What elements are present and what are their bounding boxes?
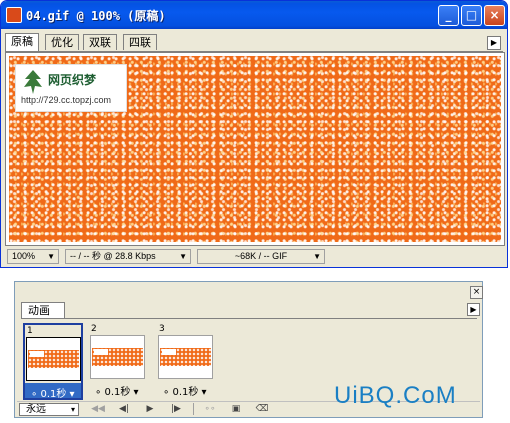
panel-menu-icon[interactable]: ▶ [467, 303, 480, 316]
tab-scroll-arrow-icon[interactable]: ▶ [487, 36, 501, 50]
tab-4-up[interactable]: 四联 [123, 34, 157, 50]
chevron-down-icon: ▼ [179, 252, 187, 261]
file-info: ~68K / -- GIF [234, 251, 288, 261]
chevron-down-icon: ▾ [70, 405, 75, 414]
chevron-down-icon: ▾ [69, 389, 75, 400]
leaf-logo-icon [24, 70, 42, 94]
document-window: 04.gif @ 100% (原稿) _ □ × 原稿 优化 双联 四联 ▶ 网… [0, 0, 508, 268]
frame-number: 3 [159, 324, 165, 334]
previous-frame-icon[interactable]: ◀| [113, 403, 135, 416]
tab-animation[interactable]: 动画 [21, 302, 65, 318]
divider [193, 403, 194, 415]
first-frame-icon[interactable]: ◀◀ [87, 403, 109, 416]
image-canvas[interactable]: 网页织梦 http://729.cc.topzj.com [9, 56, 501, 242]
frame-delay-select[interactable]: ∘ 0.1秒 ▾ [163, 383, 207, 398]
window-title: 04.gif @ 100% (原稿) [26, 9, 166, 23]
animation-frame[interactable]: 2 ∘ 0.1秒 ▾ [89, 323, 149, 400]
frame-delay-value: 0.1秒 [40, 389, 67, 400]
frame-delay-select[interactable]: ∘ 0.1秒 ▾ [31, 385, 75, 400]
thumbnail-logo [162, 349, 176, 355]
chevron-down-icon: ▾ [133, 387, 139, 398]
divider [21, 318, 477, 319]
chevron-down-icon: ▼ [313, 252, 321, 261]
tab-2-up[interactable]: 双联 [83, 34, 117, 50]
loop-select[interactable]: 永远 ▾ [19, 403, 79, 416]
animation-frame[interactable]: 3 ∘ 0.1秒 ▾ [157, 323, 217, 400]
zoom-value: 100% [12, 251, 36, 261]
download-time-select[interactable]: -- / -- 秒 @ 28.8 Kbps ▼ [65, 249, 191, 264]
logo-url: http://729.cc.topzj.com [21, 95, 112, 105]
logo-title: 网页织梦 [48, 73, 97, 87]
tween-icon[interactable]: ∘∘ [199, 403, 221, 416]
thumbnail-logo [94, 349, 108, 355]
duplicate-frame-icon[interactable]: ▣ [225, 403, 247, 416]
animation-frame[interactable]: 1 ∘ 0.1秒 ▾ [23, 323, 83, 400]
frame-thumbnail[interactable] [26, 337, 81, 381]
minimize-button[interactable]: _ [438, 5, 459, 26]
frame-number: 1 [27, 326, 33, 336]
status-bar: 100% ▼ -- / -- 秒 @ 28.8 Kbps ▼ ~68K / --… [5, 248, 505, 266]
view-tabs: 原稿 优化 双联 四联 ▶ [5, 33, 503, 52]
title-bar[interactable]: 04.gif @ 100% (原稿) _ □ × [1, 1, 507, 29]
app-icon [6, 7, 22, 23]
watermark-text: UiBQ.CoM [334, 382, 457, 409]
loop-value: 永远 [26, 404, 46, 415]
tab-original[interactable]: 原稿 [5, 33, 39, 51]
frame-thumbnail[interactable] [158, 335, 213, 379]
thumbnail-logo [30, 351, 44, 357]
panel-close-icon[interactable]: × [470, 286, 483, 299]
thumbnail-image [92, 348, 143, 366]
frame-delay-select[interactable]: ∘ 0.1秒 ▾ [95, 383, 139, 398]
tab-optimized[interactable]: 优化 [45, 34, 79, 50]
download-time: -- / -- 秒 @ 28.8 Kbps [70, 251, 156, 261]
next-frame-icon[interactable]: |▶ [165, 403, 187, 416]
frame-delay-value: 0.1秒 [172, 387, 199, 398]
trash-icon[interactable]: ⌫ [251, 403, 273, 416]
delay-icon: ∘ [31, 389, 38, 400]
frame-number: 2 [91, 324, 97, 334]
chevron-down-icon: ▾ [201, 387, 207, 398]
file-info-select[interactable]: ~68K / -- GIF ▼ [197, 249, 325, 264]
frame-delay-value: 0.1秒 [104, 387, 131, 398]
maximize-button[interactable]: □ [461, 5, 482, 26]
close-button[interactable]: × [484, 5, 505, 26]
zoom-select[interactable]: 100% ▼ [7, 249, 59, 264]
play-icon[interactable]: ▶ [139, 403, 161, 416]
site-logo: 网页织梦 http://729.cc.topzj.com [15, 64, 127, 112]
canvas-frame: 网页织梦 http://729.cc.topzj.com [5, 52, 505, 246]
thumbnail-image [160, 348, 211, 366]
frame-thumbnail[interactable] [90, 335, 145, 379]
delay-icon: ∘ [163, 387, 170, 398]
thumbnail-image [28, 350, 79, 368]
delay-icon: ∘ [95, 387, 102, 398]
chevron-down-icon: ▼ [47, 252, 55, 261]
